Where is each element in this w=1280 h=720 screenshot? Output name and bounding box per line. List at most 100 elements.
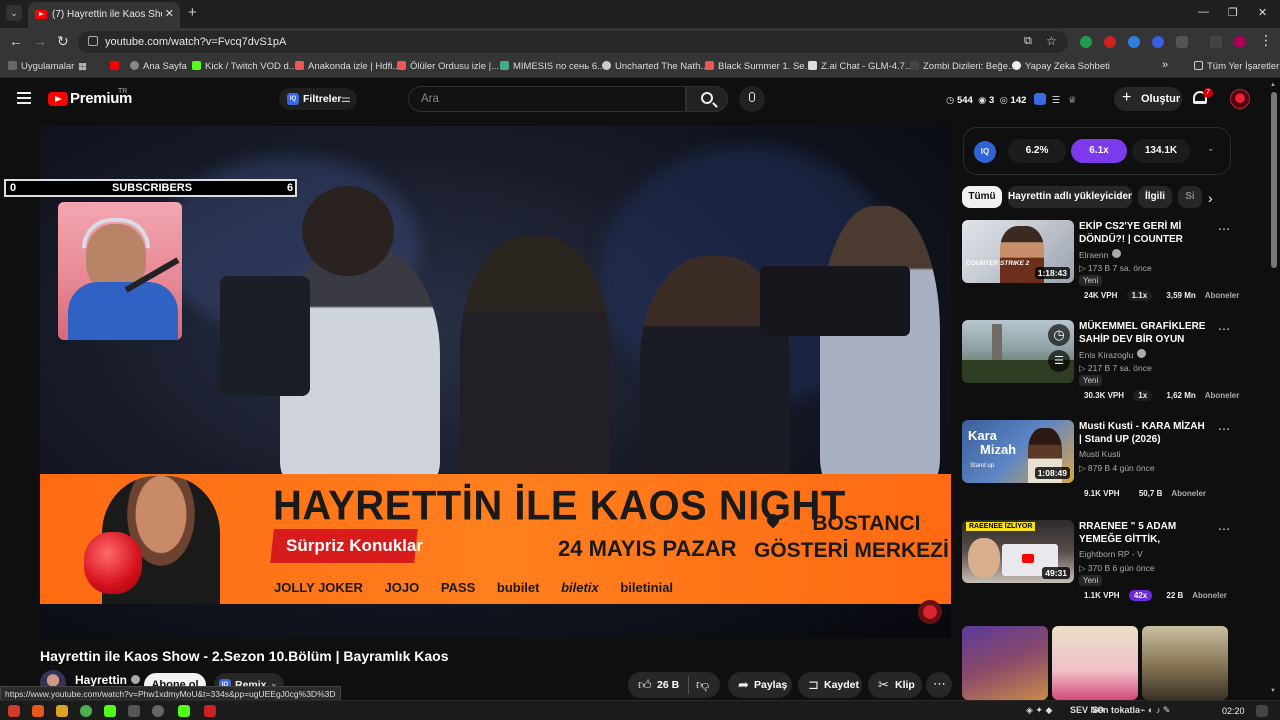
all-bookmarks[interactable]: Tüm Yer İşaretleri — [1194, 61, 1280, 72]
taskbar-clock[interactable]: 02:20 — [1222, 706, 1245, 716]
bookmark-star-icon[interactable]: ☆ — [1046, 34, 1057, 48]
grid-icon[interactable]: ▦ — [78, 61, 87, 72]
bookmark-anakonda[interactable]: Anakonda izle | Hdfi... — [295, 61, 400, 72]
bookmark-zombi-dizileri[interactable]: Zombi Dizileri: Beğe... — [910, 61, 1016, 72]
recommendation-item[interactable]: ◷ ☰ MÜKEMMEL GRAFİKLERE SAHİP DEV BİR OY… — [962, 320, 1245, 410]
channel-watermark-icon[interactable] — [918, 600, 942, 624]
minimize-button[interactable]: — — [1198, 6, 1209, 18]
more-vertical-icon[interactable]: ⋯ — [1218, 222, 1231, 236]
bookmark-uncharted[interactable]: Uncharted The Nath... — [602, 61, 708, 72]
link-status-url: https://www.youtube.com/watch?v=Phw1xdmy… — [0, 686, 341, 701]
more-actions-button[interactable]: ⋯ — [926, 672, 952, 698]
channel-name[interactable]: Hayrettin — [75, 673, 141, 687]
bookmark-zai-chat[interactable]: Z.ai Chat - GLM-4.7... — [808, 61, 913, 72]
like-icon[interactable]: 👍︎ — [638, 677, 652, 693]
clip-button[interactable]: ✂ Klip — [868, 672, 922, 698]
obs-icon[interactable] — [152, 705, 164, 717]
rec-subscribers: 1,62 Mn Aboneler — [1156, 389, 1245, 402]
start-icon[interactable] — [8, 705, 20, 717]
recommendation-item[interactable]: Kara Mizah Stand up 1:08:49 Musti Kusti … — [962, 420, 1242, 510]
extension-iq-icon[interactable] — [1152, 36, 1164, 48]
youtube-logo-icon[interactable] — [48, 92, 68, 106]
url-field[interactable]: youtube.com/watch?v=Fvcq7dvS1pA ⧉ ☆ — [78, 31, 1068, 53]
bookmark-oluler-ordusu[interactable]: Ölüler Ordusu izle |... — [397, 61, 499, 72]
extension-green-icon[interactable] — [1080, 36, 1092, 48]
video-thumbnail[interactable]: Kara Mizah Stand up 1:08:49 — [962, 420, 1074, 483]
system-tray-icons[interactable]: ◈ ✦ ◆ — [1026, 705, 1052, 716]
video-thumbnail[interactable]: ◷ ☰ — [962, 320, 1074, 383]
page-scrollbar[interactable]: ▲ ▼ — [1268, 80, 1280, 700]
search-button[interactable] — [686, 86, 728, 112]
trophy-icon[interactable]: ♕ — [1068, 95, 1077, 106]
more-vertical-icon[interactable]: ⋯ — [1218, 322, 1231, 336]
bookmark-black-summer[interactable]: Black Summer 1. Se... — [705, 61, 813, 72]
extension-red-icon[interactable] — [1104, 36, 1116, 48]
pinned-app-icon[interactable] — [204, 705, 216, 717]
watch-later-icon[interactable]: ◷ — [1048, 324, 1070, 346]
chevron-down-icon[interactable]: ⌄ — [1207, 143, 1215, 154]
back-button[interactable]: ← — [9, 33, 23, 49]
reload-button[interactable]: ↻ — [57, 33, 69, 50]
scrollbar-thumb[interactable] — [1271, 92, 1277, 268]
restore-button[interactable]: ❐ — [1228, 6, 1238, 19]
short-thumbnail[interactable] — [1052, 626, 1138, 700]
more-bookmarks-button[interactable]: » — [1162, 59, 1168, 71]
scroll-down-icon[interactable]: ▼ — [1270, 688, 1276, 694]
network-volume-icons[interactable]: ⌁ ◐ ♪ ✎ — [1140, 705, 1170, 716]
bookmark-youtube-icon[interactable] — [110, 61, 123, 72]
chip-more[interactable]: Si — [1178, 186, 1202, 208]
like-count[interactable]: 26 B — [657, 679, 679, 691]
close-window-button[interactable]: ✕ — [1258, 6, 1267, 19]
new-tab-button[interactable]: + — [188, 4, 197, 21]
dislike-icon[interactable]: 👎︎ — [696, 677, 709, 693]
tab-close-icon[interactable]: ✕ — [165, 7, 174, 20]
chip-related[interactable]: İlgili — [1138, 186, 1172, 208]
more-vertical-icon[interactable]: ⋯ — [1218, 422, 1231, 436]
chip-all[interactable]: Tümü — [962, 186, 1002, 208]
chrome-icon[interactable] — [80, 705, 92, 717]
short-thumbnail[interactable] — [1142, 626, 1228, 700]
extensions-puzzle-icon[interactable] — [1176, 36, 1188, 48]
recommendation-item[interactable]: COUNTER STRIKE 2 1:18:43 EKİP CS2'YE GER… — [962, 220, 1245, 310]
notification-center-icon[interactable] — [1256, 705, 1268, 717]
bookmark-mimesis[interactable]: MIMESIS no ceнь 6... — [500, 61, 605, 72]
profile-icon[interactable] — [1234, 36, 1246, 48]
kick-app-icon[interactable] — [178, 705, 190, 717]
bookmark-apps[interactable]: Uygulamalar — [8, 61, 74, 72]
reading-list-icon[interactable] — [1210, 36, 1222, 48]
extension-blue-icon[interactable] — [1128, 36, 1140, 48]
bookmark-ana-sayfa[interactable]: Ana Sayfa — [130, 61, 187, 72]
bookmark-kick[interactable]: Kick / Twitch VOD d... — [192, 61, 297, 72]
audio-app-icon[interactable] — [128, 705, 140, 717]
browser-tab-active[interactable]: (7) Hayrettin ile Kaos Show - 2.Sezon ✕ — [28, 2, 180, 28]
account-avatar[interactable] — [1230, 89, 1250, 109]
filters-button[interactable]: IQ Filtreler ⚌ — [279, 88, 357, 110]
thumb-text-raeenee: RAEENEE İZLİYOR — [966, 522, 1036, 531]
more-vertical-icon[interactable]: ⋯ — [1218, 522, 1231, 536]
chip-from-uploader[interactable]: Hayrettin adlı yükleyiciden — [1008, 186, 1132, 208]
short-thumbnail[interactable] — [962, 626, 1048, 700]
guide-menu-icon[interactable] — [17, 92, 31, 104]
list-icon[interactable]: ☰ — [1052, 95, 1061, 106]
save-button[interactable]: ⊐ Kaydet — [798, 672, 862, 698]
site-info-icon[interactable] — [88, 36, 98, 46]
tab-search-button[interactable]: ⌄ — [6, 5, 22, 21]
video-thumbnail[interactable]: RAEENEE İZLİYOR 49:31 — [962, 520, 1074, 583]
brave-icon[interactable] — [32, 705, 44, 717]
video-thumbnail[interactable]: COUNTER STRIKE 2 1:18:43 — [962, 220, 1074, 283]
search-input[interactable]: Ara — [408, 86, 686, 112]
iq-extension-icon[interactable] — [1034, 93, 1047, 105]
create-button[interactable]: + Oluştur — [1114, 87, 1182, 111]
chevron-right-icon[interactable]: › — [1208, 190, 1213, 206]
add-to-queue-icon[interactable]: ☰ — [1048, 350, 1070, 372]
voice-search-button[interactable] — [739, 86, 765, 112]
share-button[interactable]: ➦ Paylaş — [728, 672, 792, 698]
file-explorer-icon[interactable] — [56, 705, 68, 717]
scroll-up-icon[interactable]: ▲ — [1270, 82, 1276, 88]
install-app-icon[interactable]: ⧉ — [1024, 35, 1032, 48]
bookmark-yapay-zeka[interactable]: Yapay Zeka Sohbeti — [1012, 61, 1110, 72]
browser-menu-icon[interactable]: ⋮ — [1259, 32, 1273, 49]
forward-button[interactable]: → — [33, 33, 47, 49]
recommendation-item[interactable]: RAEENEE İZLİYOR 49:31 RRAENEE " 5 ADAM Y… — [962, 520, 1242, 610]
kick-icon[interactable] — [104, 705, 116, 717]
